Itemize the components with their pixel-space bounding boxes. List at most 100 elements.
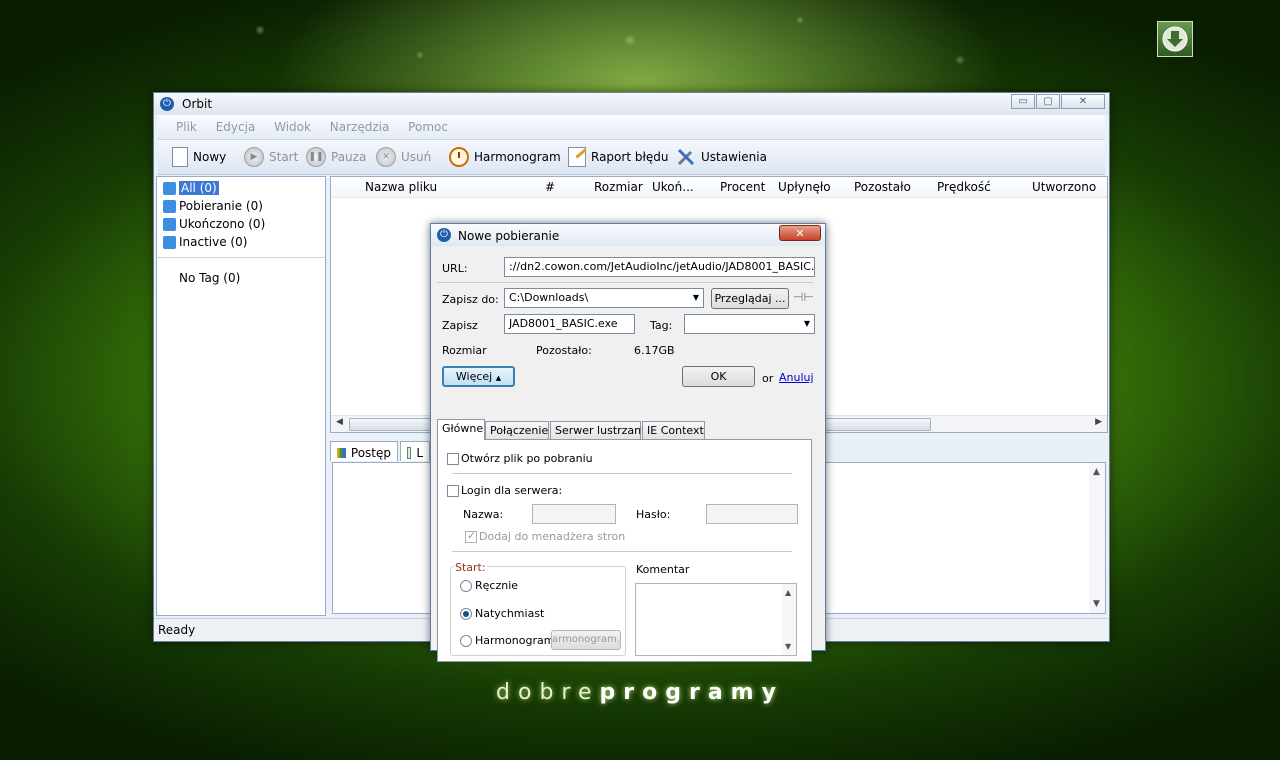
column-size[interactable]: Rozmiar xyxy=(594,180,643,194)
browse-button[interactable]: Przeglądaj ... xyxy=(711,288,789,309)
start-group-label: Start: xyxy=(454,561,487,574)
save-to-dropdown[interactable]: C:\Downloads\ ▼ xyxy=(504,288,704,308)
immediate-radio[interactable] xyxy=(460,608,472,620)
status-text: Ready xyxy=(158,623,196,637)
menu-narzedzia[interactable]: Narzędzia xyxy=(322,115,397,134)
password-label: Hasło: xyxy=(636,508,671,521)
tools-icon xyxy=(676,147,696,167)
comment-textarea[interactable]: ▲ ▼ xyxy=(635,583,797,656)
more-button[interactable]: Więcej ▲ xyxy=(442,366,515,387)
divider xyxy=(437,282,813,283)
dialog-title: Nowe pobieranie xyxy=(458,229,560,243)
schedule-radio[interactable] xyxy=(460,635,472,647)
tab-mirror-server[interactable]: Serwer lustrzany xyxy=(550,421,648,439)
completed-icon xyxy=(163,217,176,231)
pause-button[interactable]: ❚❚ Pauza xyxy=(306,146,366,168)
column-speed[interactable]: Prędkość xyxy=(937,180,991,194)
column-filename[interactable]: Nazwa pliku xyxy=(365,180,437,194)
start-button[interactable]: ▶ Start xyxy=(244,146,298,168)
manual-label: Ręcznie xyxy=(475,579,519,592)
sidebar-item-downloading[interactable]: Pobieranie (0) xyxy=(163,198,263,214)
desktop-download-icon[interactable] xyxy=(1157,21,1193,57)
minimize-button[interactable]: ▭ xyxy=(1011,94,1035,109)
url-input[interactable]: ://dn2.cowon.com/JetAudioInc/jetAudio/JA… xyxy=(504,257,815,277)
dialog-close-button[interactable]: ✕ xyxy=(779,225,821,241)
new-button[interactable]: Nowy xyxy=(172,146,226,168)
menu-pomoc[interactable]: Pomoc xyxy=(400,115,455,134)
password-input[interactable] xyxy=(706,504,798,524)
tab-connection[interactable]: Połączenie xyxy=(485,421,549,439)
menu-plik[interactable]: Plik xyxy=(158,115,204,134)
orbit-app-icon: ⏻ xyxy=(160,97,174,111)
column-number[interactable]: # xyxy=(545,180,555,194)
tab-log[interactable]: L xyxy=(400,441,430,461)
login-label: Login dla serwera: xyxy=(461,484,563,497)
open-after-checkbox[interactable] xyxy=(447,453,459,465)
settings-button[interactable]: Ustawienia xyxy=(676,146,767,168)
login-name-input[interactable] xyxy=(532,504,616,524)
report-icon xyxy=(568,147,586,167)
report-button[interactable]: Raport błędu xyxy=(568,146,668,168)
column-elapsed[interactable]: Upłynęło xyxy=(778,180,831,194)
download-icon xyxy=(163,199,176,213)
add-to-manager-checkbox[interactable] xyxy=(465,529,477,543)
schedule-label: Harmonogram xyxy=(475,634,555,647)
maximize-button[interactable]: ▢ xyxy=(1036,94,1060,109)
cancel-link[interactable]: Anuluj xyxy=(779,371,814,384)
list-icon xyxy=(163,181,176,195)
scroll-up-icon[interactable]: ▲ xyxy=(1093,467,1100,477)
scroll-up-icon[interactable]: ▲ xyxy=(785,588,791,597)
column-remaining[interactable]: Pozostało xyxy=(854,180,911,194)
clock-icon xyxy=(449,147,469,167)
vertical-scrollbar[interactable]: ▲ ▼ xyxy=(1089,463,1105,613)
ok-button[interactable]: OK xyxy=(682,366,755,387)
sidebar-divider xyxy=(157,257,325,258)
play-icon: ▶ xyxy=(244,147,264,167)
pin-icon[interactable]: ⊣⊢ xyxy=(793,290,814,304)
size-label: Rozmiar xyxy=(442,344,487,357)
title-bar[interactable]: ⏻ Orbit ▭ ▢ ✕ xyxy=(154,93,1109,115)
scroll-right-icon[interactable]: ▶ xyxy=(1095,417,1102,427)
new-download-dialog: ⏻ Nowe pobieranie ✕ URL: ://dn2.cowon.co… xyxy=(430,223,826,662)
vertical-scrollbar[interactable]: ▲ ▼ xyxy=(782,584,796,655)
scroll-down-icon[interactable]: ▼ xyxy=(1093,599,1100,609)
menu-widok[interactable]: Widok xyxy=(266,115,318,134)
add-to-manager-label: Dodaj do menadżera stron xyxy=(479,530,626,543)
remaining-label: Pozostało: xyxy=(536,344,592,357)
tab-progress[interactable]: Postęp xyxy=(330,441,398,461)
immediate-label: Natychmiast xyxy=(475,607,545,620)
delete-icon: ✕ xyxy=(376,147,396,167)
column-completed[interactable]: Ukoń... xyxy=(652,180,694,194)
save-to-value: C:\Downloads\ xyxy=(509,291,589,304)
toolbar: Nowy ▶ Start ❚❚ Pauza ✕ Usuń Harmonogram… xyxy=(158,140,1105,175)
schedule-picker-button[interactable]: armonogram... xyxy=(551,630,621,650)
column-percent[interactable]: Procent xyxy=(720,180,765,194)
or-label: or xyxy=(762,372,774,385)
menu-edycja[interactable]: Edycja xyxy=(208,115,263,134)
manual-radio[interactable] xyxy=(460,580,472,592)
tab-main[interactable]: Główne xyxy=(437,419,485,440)
sidebar-item-all[interactable]: All (0) xyxy=(163,180,219,196)
scroll-left-icon[interactable]: ◀ xyxy=(336,417,343,427)
new-document-icon xyxy=(172,147,188,167)
tab-ie-context[interactable]: IE Context xyxy=(642,421,705,439)
tag-dropdown[interactable]: ▼ xyxy=(684,314,815,334)
scroll-down-icon[interactable]: ▼ xyxy=(785,642,791,651)
filename-input[interactable]: JAD8001_BASIC.exe xyxy=(504,314,635,334)
column-created[interactable]: Utworzono xyxy=(1032,180,1096,194)
close-button[interactable]: ✕ xyxy=(1061,94,1105,109)
dialog-title-bar[interactable]: ⏻ Nowe pobieranie ✕ xyxy=(431,224,825,246)
chevron-down-icon: ▼ xyxy=(803,319,810,328)
sidebar-item-completed[interactable]: Ukończono (0) xyxy=(163,216,265,232)
url-label: URL: xyxy=(442,262,468,275)
save-to-label: Zapisz do: xyxy=(442,293,499,306)
delete-button[interactable]: ✕ Usuń xyxy=(376,146,431,168)
login-checkbox[interactable] xyxy=(447,485,459,497)
sidebar-item-no-tag[interactable]: No Tag (0) xyxy=(179,270,240,286)
chevron-up-icon: ▲ xyxy=(495,374,502,382)
schedule-button[interactable]: Harmonogram xyxy=(449,146,561,168)
sidebar-item-inactive[interactable]: Inactive (0) xyxy=(163,234,247,250)
divider xyxy=(452,551,792,552)
comment-label: Komentar xyxy=(636,563,690,576)
dobreprogramy-logo: dobreprogramy xyxy=(496,680,784,705)
